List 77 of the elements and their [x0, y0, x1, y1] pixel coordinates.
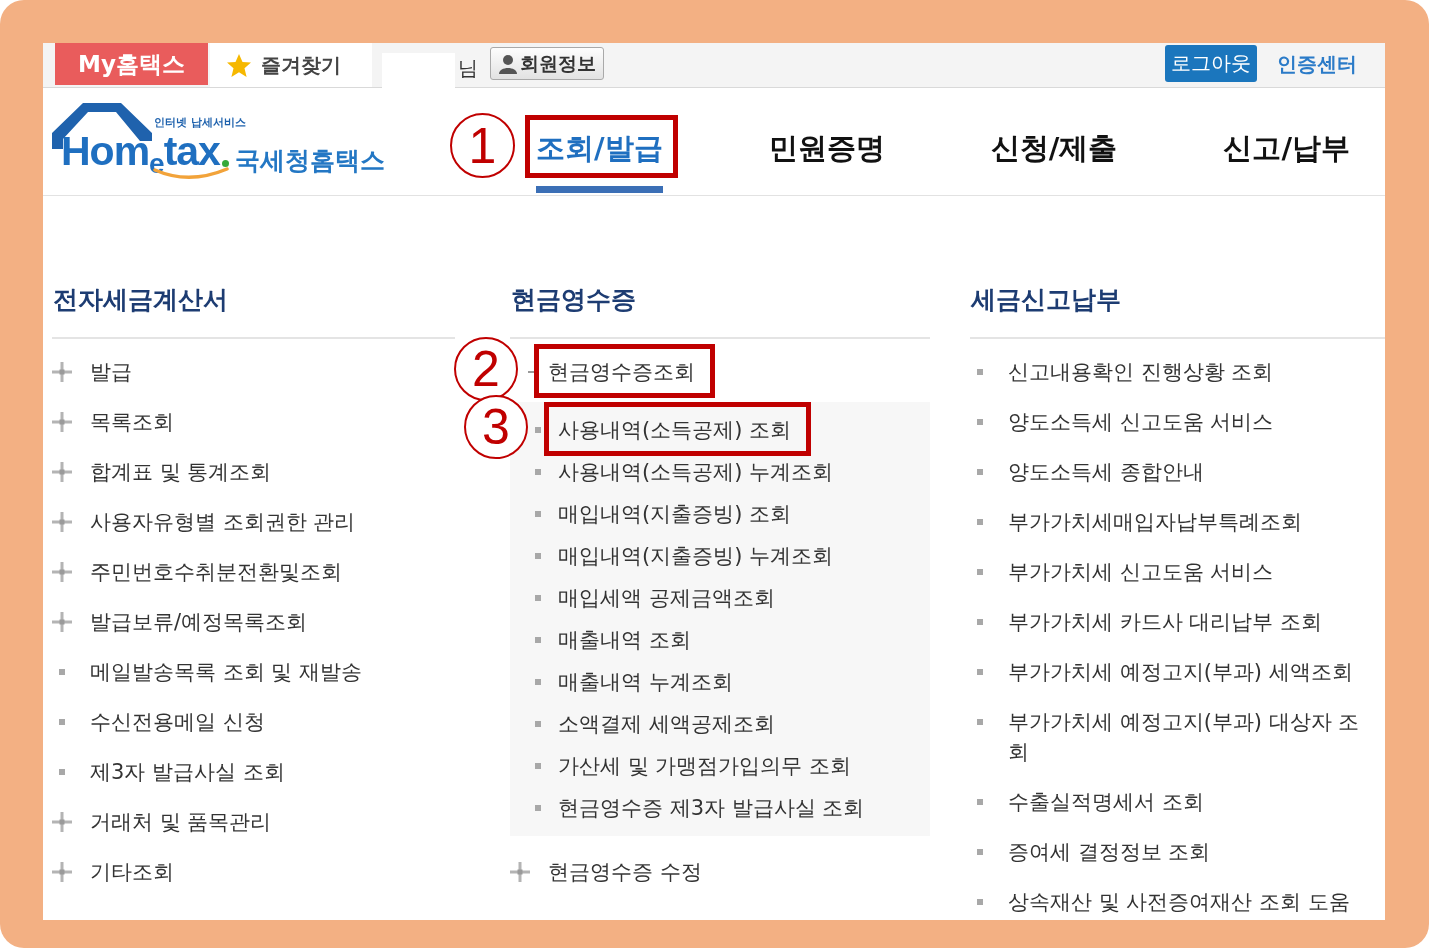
menu-link[interactable]: 현금영수증조회 [548, 357, 695, 387]
menu-link[interactable]: 수출실적명세서 조회 [1008, 787, 1204, 817]
nav-tab[interactable]: 민원증명 [768, 130, 885, 193]
menu-link[interactable]: 매입세액 공제금액조회 [558, 583, 775, 613]
step-number: 1 [450, 113, 515, 178]
logo-korean-name: 국세청홈택스 [234, 145, 385, 177]
menu-heading: 현금영수증 [510, 280, 930, 339]
star-icon [227, 53, 251, 77]
square-bullet-icon [977, 369, 983, 375]
menu-link[interactable]: 매입내역(지출증빙) 누계조회 [558, 541, 834, 571]
menu-link[interactable]: 거래처 및 품목관리 [90, 807, 272, 837]
menu-link[interactable]: 사용내역(소득공제) 누계조회 [558, 457, 834, 487]
square-bullet-icon [535, 427, 541, 433]
square-bullet-icon [535, 469, 541, 475]
menu-link[interactable]: 부가가치세 카드사 대리납부 조회 [1008, 607, 1323, 637]
square-bullet-icon [977, 849, 983, 855]
square-bullet-icon [59, 669, 65, 675]
logo-tagline: 인터넷 납세서비스 [154, 115, 246, 130]
square-bullet-icon [535, 637, 541, 643]
square-bullet-icon [59, 769, 65, 775]
menu-link[interactable]: 부가가치세 예정고지(부과) 대상자 조회 [1008, 707, 1370, 767]
menu-link[interactable]: 현금영수증 제3자 발급사실 조회 [558, 793, 865, 823]
menu-link[interactable]: 사용자유형별 조회권한 관리 [90, 507, 356, 537]
logo-dot-icon [221, 159, 229, 167]
square-bullet-icon [977, 569, 983, 575]
square-bullet-icon [977, 419, 983, 425]
menu-heading: 세금신고납부 [970, 280, 1385, 339]
nav-tab[interactable]: 신고/납부 [1223, 130, 1350, 193]
square-bullet-icon [977, 519, 983, 525]
member-info-button[interactable]: 회원정보 [490, 47, 604, 80]
menu-link[interactable]: 주민번호수취분전환및조회 [90, 557, 342, 587]
square-bullet-icon [535, 805, 541, 811]
menu-link[interactable]: 수신전용메일 신청 [90, 707, 265, 737]
menu-link[interactable]: 발급보류/예정목록조회 [90, 607, 308, 637]
person-icon [499, 53, 517, 74]
menu-link[interactable]: 부가가치세 예정고지(부과) 세액조회 [1008, 657, 1353, 687]
square-bullet-icon [977, 719, 983, 725]
square-bullet-icon [977, 899, 983, 905]
menu-link[interactable]: 제3자 발급사실 조회 [90, 757, 285, 787]
menu-heading: 전자세금계산서 [52, 280, 455, 339]
square-bullet-icon [535, 595, 541, 601]
square-bullet-icon [977, 669, 983, 675]
square-bullet-icon [59, 719, 65, 725]
menu-link[interactable]: 매출내역 누계조회 [558, 667, 733, 697]
menu-link[interactable]: 증여세 결정정보 조회 [1008, 837, 1211, 867]
favorites-tab[interactable]: 즐겨찾기 [210, 43, 372, 87]
square-bullet-icon [535, 679, 541, 685]
nav-tab[interactable]: 신청/제출 [990, 130, 1118, 193]
menu-link[interactable]: 매출내역 조회 [558, 625, 691, 655]
square-bullet-icon [977, 469, 983, 475]
menu-link[interactable]: 현금영수증 수정 [548, 857, 702, 887]
square-bullet-icon [977, 619, 983, 625]
menu-link[interactable]: 가산세 및 가맹점가입의무 조회 [558, 751, 852, 781]
menu-link[interactable]: 발급 [90, 357, 132, 387]
square-bullet-icon [535, 511, 541, 517]
square-bullet-icon [535, 553, 541, 559]
menu-link[interactable]: 사용내역(소득공제) 조회 [558, 415, 792, 445]
logout-button[interactable]: 로그아웃 [1165, 45, 1257, 82]
menu-link[interactable]: 양도소득세 종합안내 [1008, 457, 1204, 487]
menu-link[interactable]: 소액결제 세액공제조회 [558, 709, 775, 739]
menu-link[interactable]: 신고내용확인 진행상황 조회 [1008, 357, 1274, 387]
menu-link[interactable]: 목록조회 [90, 407, 174, 437]
square-bullet-icon [535, 763, 541, 769]
square-bullet-icon [535, 721, 541, 727]
menu-link[interactable]: 양도소득세 신고도움 서비스 [1008, 407, 1274, 437]
menu-link[interactable]: 부가가치세매입자납부특례조회 [1008, 507, 1302, 537]
menu-link[interactable]: 부가가치세 신고도움 서비스 [1008, 557, 1274, 587]
certificate-center-link[interactable]: 인증센터 [1277, 51, 1357, 77]
menu-link[interactable]: 기타조회 [90, 857, 174, 887]
nav-tab[interactable]: 조회/발급 [536, 130, 663, 193]
menu-link[interactable]: 메일발송목록 조회 및 재발송 [90, 657, 363, 687]
menu-link[interactable]: 매입내역(지출증빙) 조회 [558, 499, 792, 529]
menu-link[interactable]: 상속재산 및 사전증여재산 조회 도움 [1008, 887, 1350, 917]
square-bullet-icon [977, 799, 983, 805]
step-number: 3 [464, 395, 528, 459]
user-honorific-label: 님 [458, 55, 478, 81]
menu-link[interactable]: 합계표 및 통계조회 [90, 457, 272, 487]
